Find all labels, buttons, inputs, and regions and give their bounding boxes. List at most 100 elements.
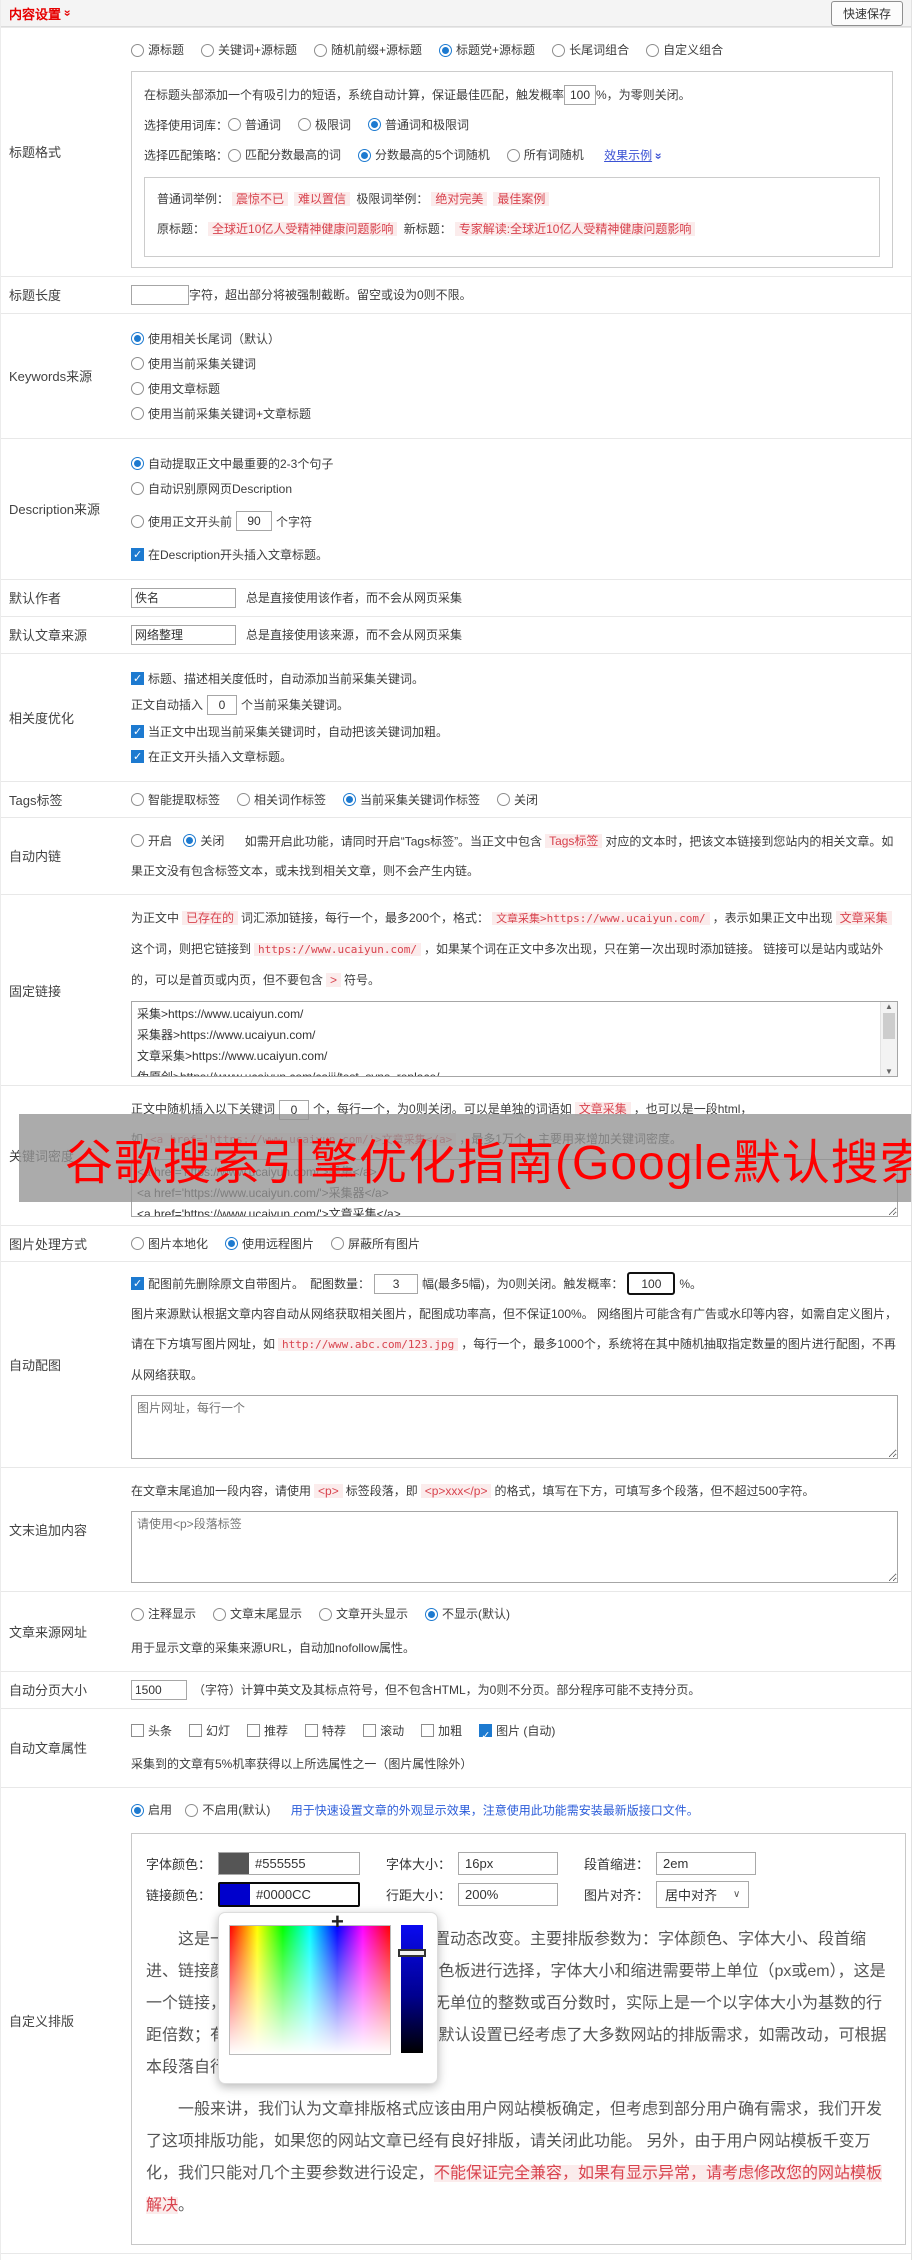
- option-label: 源标题: [148, 43, 185, 57]
- textarea-scrollbar[interactable]: ▲ ▼: [880, 1002, 897, 1076]
- radio-option[interactable]: 使用相关长尾词（默认）: [131, 330, 901, 347]
- option-label: 当正文中出现当前采集关键词时，自动把该关键词加粗。: [148, 724, 449, 739]
- image-probability-input[interactable]: [627, 1272, 676, 1295]
- trigger-probability-input[interactable]: [564, 85, 597, 106]
- image-urls-textarea[interactable]: [131, 1395, 898, 1459]
- checkbox-option[interactable]: 图片 (自动): [479, 1719, 555, 1748]
- checkbox-option[interactable]: 当正文中出现当前采集关键词时，自动把该关键词加粗。: [131, 723, 901, 740]
- radio-option[interactable]: 使用正文开头前: [131, 513, 232, 530]
- radio-option[interactable]: 文章开头显示: [319, 1602, 408, 1626]
- option-label: 头条: [148, 1723, 173, 1738]
- row-append-content: 文末追加内容 在文章末尾追加一段内容，请使用 <p> 标签段落，即 <p>xxx</p…: [1, 1467, 911, 1591]
- line-height-field[interactable]: 200%: [458, 1882, 558, 1906]
- hue-bar[interactable]: [401, 1924, 423, 2053]
- insert-keywords-count-input[interactable]: [207, 694, 238, 715]
- radio-option[interactable]: 不显示(默认): [425, 1602, 510, 1626]
- demo-chevron-icon[interactable]: «: [646, 152, 668, 159]
- font-color-swatch[interactable]: [219, 1852, 249, 1874]
- radio-option[interactable]: 文章末尾显示: [213, 1602, 302, 1626]
- row-article-attributes: 自动文章属性 头条 幻灯 推荐 特荐 滚动 加粗 图片 (自动) 采集到的文章有5%机率获得…: [1, 1707, 911, 1788]
- link-color-picker[interactable]: #0000CC: [218, 1881, 360, 1907]
- radio-option[interactable]: 所有词随机: [506, 144, 584, 166]
- option-label: 使用正文开头前: [148, 514, 233, 529]
- row-relevance: 相关度优化 标题、描述相关度低时，自动添加当前采集关键词。 正文自动插入个当前采…: [1, 652, 911, 781]
- radio-icon: [131, 834, 144, 847]
- checkbox-icon: [131, 724, 144, 738]
- checkbox-option[interactable]: 在正文开头插入文章标题。: [131, 748, 901, 765]
- radio-option[interactable]: 普通词: [228, 114, 281, 136]
- radio-option[interactable]: 分数最高的5个词随机: [358, 144, 490, 166]
- indent-field[interactable]: 2em: [656, 1851, 756, 1875]
- image-align-select[interactable]: 居中对齐 ∨: [656, 1880, 750, 1908]
- radio-icon: [506, 148, 520, 162]
- checkbox-option[interactable]: 头条: [131, 1719, 172, 1743]
- checkbox-option[interactable]: 滚动: [363, 1719, 404, 1743]
- radio-option[interactable]: 智能提取标签: [131, 791, 220, 808]
- radio-option[interactable]: 使用文章标题: [131, 380, 901, 397]
- example-word: 绝对完美: [431, 191, 488, 206]
- source-url-options: 注释显示 文章末尾显示 文章开头显示 不显示(默认): [131, 1602, 901, 1627]
- option-label: 长尾词组合: [569, 43, 630, 57]
- option-label: 使用远程图片: [242, 1237, 315, 1251]
- radio-option[interactable]: 启用: [131, 1798, 172, 1822]
- scroll-down-icon[interactable]: ▼: [885, 1067, 893, 1076]
- radio-option[interactable]: 普通词和极限词: [368, 114, 469, 136]
- radio-option[interactable]: 关闭: [183, 826, 224, 856]
- font-size-field[interactable]: 16px: [458, 1851, 558, 1875]
- collapse-chevron-icon[interactable]: «: [59, 10, 73, 17]
- radio-option[interactable]: 使用当前采集关键词: [131, 355, 901, 372]
- radio-option[interactable]: 不启用(默认): [185, 1798, 270, 1822]
- checkbox-option[interactable]: 标题、描述相关度低时，自动添加当前采集关键词。: [131, 670, 901, 687]
- quick-save-button[interactable]: 快速保存: [830, 0, 903, 26]
- radio-option[interactable]: 关键词+源标题: [201, 38, 297, 62]
- radio-option[interactable]: 极限词: [298, 114, 351, 136]
- checkbox-option[interactable]: 加粗: [421, 1719, 462, 1743]
- checkbox-option[interactable]: 配图前先删除原文自带图片。: [131, 1275, 304, 1292]
- tags-keyword-highlight: Tags标签: [545, 834, 603, 848]
- source-url-note: 用于显示文章的采集来源URL，自动加nofollow属性。: [131, 1640, 416, 1655]
- radio-icon: [331, 1237, 345, 1250]
- scrollbar-thumb[interactable]: [883, 1013, 895, 1039]
- scroll-up-icon[interactable]: ▲: [885, 1002, 893, 1011]
- radio-option[interactable]: 匹配分数最高的词: [228, 144, 341, 166]
- radio-option[interactable]: 自动识别原网页Description: [131, 480, 901, 497]
- image-count-input[interactable]: [374, 1273, 419, 1294]
- radio-option[interactable]: 相关词作标签: [237, 791, 326, 808]
- radio-option[interactable]: 标题党+源标题: [439, 38, 535, 62]
- saturation-gradient[interactable]: [229, 1924, 391, 2055]
- checkbox-option[interactable]: 推荐: [247, 1719, 288, 1743]
- description-chars-input[interactable]: [236, 511, 273, 531]
- default-author-input[interactable]: [131, 587, 236, 608]
- radio-option[interactable]: 当前采集关键词作标签: [343, 791, 480, 808]
- option-label: 标题党+源标题: [456, 43, 536, 57]
- radio-option[interactable]: 关闭: [497, 791, 538, 808]
- option-label: 自定义组合: [663, 43, 724, 57]
- default-source-input[interactable]: [131, 624, 236, 645]
- example-word: 难以置信: [294, 191, 351, 206]
- checkbox-option[interactable]: 幻灯: [189, 1719, 230, 1743]
- effect-demo-link[interactable]: 效果示例: [604, 149, 652, 163]
- radio-option[interactable]: 注释显示: [131, 1602, 196, 1626]
- radio-option[interactable]: 源标题: [131, 38, 184, 62]
- radio-option[interactable]: 随机前缀+源标题: [314, 38, 422, 62]
- pagination-size-input[interactable]: [131, 1679, 187, 1700]
- font-color-picker[interactable]: #555555: [218, 1851, 360, 1875]
- row-fixed-links: 固定链接 为正文中 已存在的 词汇添加链接，每行一个，最多200个，格式： 文章采集>…: [1, 894, 911, 1085]
- radio-option[interactable]: 使用当前采集关键词+文章标题: [131, 405, 901, 422]
- radio-option[interactable]: 使用远程图片: [225, 1235, 314, 1252]
- radio-option[interactable]: 自定义组合: [646, 38, 723, 62]
- radio-option[interactable]: 自动提取正文中最重要的2-3个句子: [131, 455, 901, 472]
- radio-icon: [183, 834, 197, 847]
- radio-option[interactable]: 开启: [131, 826, 172, 856]
- link-color-swatch[interactable]: [220, 1883, 250, 1905]
- radio-option[interactable]: 图片本地化: [131, 1235, 208, 1252]
- checkbox-option[interactable]: 特荐: [305, 1719, 346, 1743]
- option-label: 自动提取正文中最重要的2-3个句子: [148, 456, 334, 471]
- checkbox-option[interactable]: 在Description开头插入文章标题。: [131, 546, 901, 563]
- title-length-input[interactable]: [131, 284, 189, 305]
- fixed-links-textarea[interactable]: 采集>https://www.ucaiyun.com/ 采集器>https://…: [131, 1001, 898, 1077]
- radio-option[interactable]: 屏蔽所有图片: [331, 1235, 420, 1252]
- hue-handle[interactable]: [398, 1948, 426, 1957]
- append-content-textarea[interactable]: [131, 1511, 898, 1583]
- radio-option[interactable]: 长尾词组合: [552, 38, 629, 62]
